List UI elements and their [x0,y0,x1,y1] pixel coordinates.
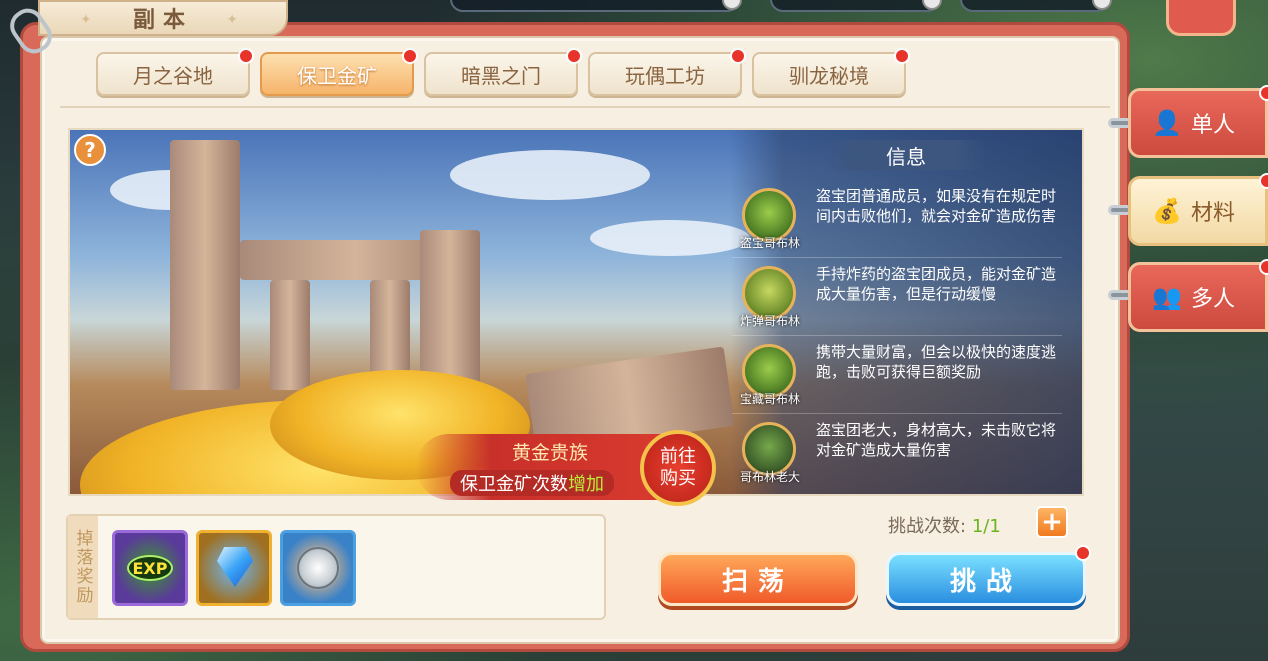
badge-dot [1259,85,1268,101]
side-tab-label: 多人 [1191,287,1236,312]
enemy-description: 携带大量财富，但会以极快的速度逃跑，击败可获得巨额奖励 [816,343,1057,381]
help-question-icon[interactable]: ? [74,134,106,166]
tab-toy-workshop[interactable]: 玩偶工坊 [588,48,746,96]
badge-dot [1259,259,1268,275]
side-tab-multiplayer[interactable]: 👥 多人 [1128,259,1268,332]
tab-dark-gate[interactable]: 暗黑之门 [424,48,582,96]
resource-counter [770,0,942,12]
exp-icon: EXP [127,555,173,581]
drop-rewards-panel: 掉落奖励 EXP [66,514,606,620]
reward-item-exp[interactable]: EXP [112,530,188,606]
gold-noble-promo: 黄金贵族 保卫金矿次数增加 前往 购买 [416,430,716,506]
ruin-pillar [170,140,240,390]
dungeon-tabs: 月之谷地 保卫金矿 暗黑之门 玩偶工坊 驯龙秘境 [96,48,910,96]
badge-dot [566,48,582,64]
enemy-description: 盗宝团普通成员，如果没有在规定时间内击败他们，就会对金矿造成伤害 [816,187,1057,225]
go-buy-label-line2: 购买 [660,468,696,489]
promo-text: 保卫金矿次数增加 [450,470,614,496]
ruin-pillar [270,280,310,390]
badge-dot [238,48,254,64]
group-icon: 👥 [1152,283,1182,311]
top-resource-bar [450,0,1150,14]
divider [60,106,1110,108]
title-tab: ✦ 副本 ✦ [38,0,288,36]
challenge-button[interactable]: 挑战 [886,545,1091,606]
enemy-description: 盗宝团老大，身材高大，未击败它将对金矿造成大量伤害 [816,421,1057,459]
cloud [450,150,650,200]
separator [732,257,1062,258]
promo-text-highlight: 增加 [568,474,604,495]
challenge-count-label: 挑战次数: [888,516,967,537]
separator [732,413,1062,414]
top-menu-button[interactable] [1166,0,1236,36]
side-tab-label: 材料 [1191,201,1236,226]
go-buy-label-line1: 前往 [660,446,696,467]
add-challenge-plus-icon[interactable]: + [1036,506,1068,538]
tab-defend-gold-mine[interactable]: 保卫金矿 [260,48,418,96]
tab-label: 驯龙秘境 [789,63,869,88]
badge-dot [402,48,418,64]
side-tab-solo[interactable]: 👤 单人 [1128,85,1268,158]
challenge-count-value: 1/1 [971,516,1001,537]
challenge-button-label: 挑战 [949,566,1022,597]
go-buy-button[interactable]: 前往 购买 [640,430,716,506]
info-title: 信息 [826,140,986,170]
star-ornament: ✦ [226,12,246,28]
badge-dot [1259,173,1268,189]
silver-coin-icon [297,547,339,589]
enemy-name: 宝藏哥布林 [739,392,800,406]
side-tab-label: 单人 [1191,113,1236,138]
challenge-count: 挑战次数: 1/1 [888,512,1001,538]
enemy-entry: 炸弹哥布林 手持炸药的盗宝团成员，能对金矿造成大量伤害，但是行动缓慢 [732,260,1072,336]
tab-dragon-realm[interactable]: 驯龙秘境 [752,48,910,96]
sweep-button[interactable]: 扫荡 [658,552,858,606]
resource-counter [960,0,1112,12]
go-buy-label: 前往 购买 [660,446,696,490]
side-tab-materials[interactable]: 💰 材料 [1128,173,1268,246]
page-title: 副本 [132,8,193,33]
enemy-entry: 哥布林老大 盗宝团老大，身材高大，未击败它将对金矿造成大量伤害 [732,416,1072,492]
badge-dot [894,48,910,64]
reward-item-silver-coin[interactable] [280,530,356,606]
bag-icon: 💰 [1152,197,1182,225]
plus-icon[interactable] [922,0,942,10]
enemy-entry: 宝藏哥布林 携带大量财富，但会以极快的速度逃跑，击败可获得巨额奖励 [732,338,1072,414]
enemy-name: 炸弹哥布林 [739,314,800,328]
badge-dot [1075,545,1091,561]
tab-label: 暗黑之门 [461,63,541,88]
enemy-name: 盗宝哥布林 [739,236,800,250]
badge-dot [730,48,746,64]
enemy-name: 哥布林老大 [739,470,800,484]
person-icon: 👤 [1152,109,1182,137]
tab-label: 保卫金矿 [297,63,377,88]
enemy-description: 手持炸药的盗宝团成员，能对金矿造成大量伤害，但是行动缓慢 [816,265,1057,303]
tab-moon-valley[interactable]: 月之谷地 [96,48,254,96]
tab-label: 月之谷地 [133,63,213,88]
resource-counter [450,0,742,12]
promo-text-prefix: 保卫金矿次数 [460,474,568,495]
plus-icon[interactable] [1092,0,1112,10]
plus-icon[interactable] [722,0,742,10]
star-ornament: ✦ [80,12,100,28]
promo-title: 黄金贵族 [512,442,589,464]
info-panel: 信息 盗宝哥布林 盗宝团普通成员，如果没有在规定时间内击败他们，就会对金矿造成伤… [730,130,1082,494]
diamond-icon [217,547,253,587]
separator [732,335,1062,336]
tab-label: 玩偶工坊 [625,63,705,88]
enemy-entry: 盗宝哥布林 盗宝团普通成员，如果没有在规定时间内击败他们，就会对金矿造成伤害 [732,182,1072,258]
reward-item-diamond[interactable] [196,530,272,606]
drop-rewards-label: 掉落奖励 [68,516,98,618]
